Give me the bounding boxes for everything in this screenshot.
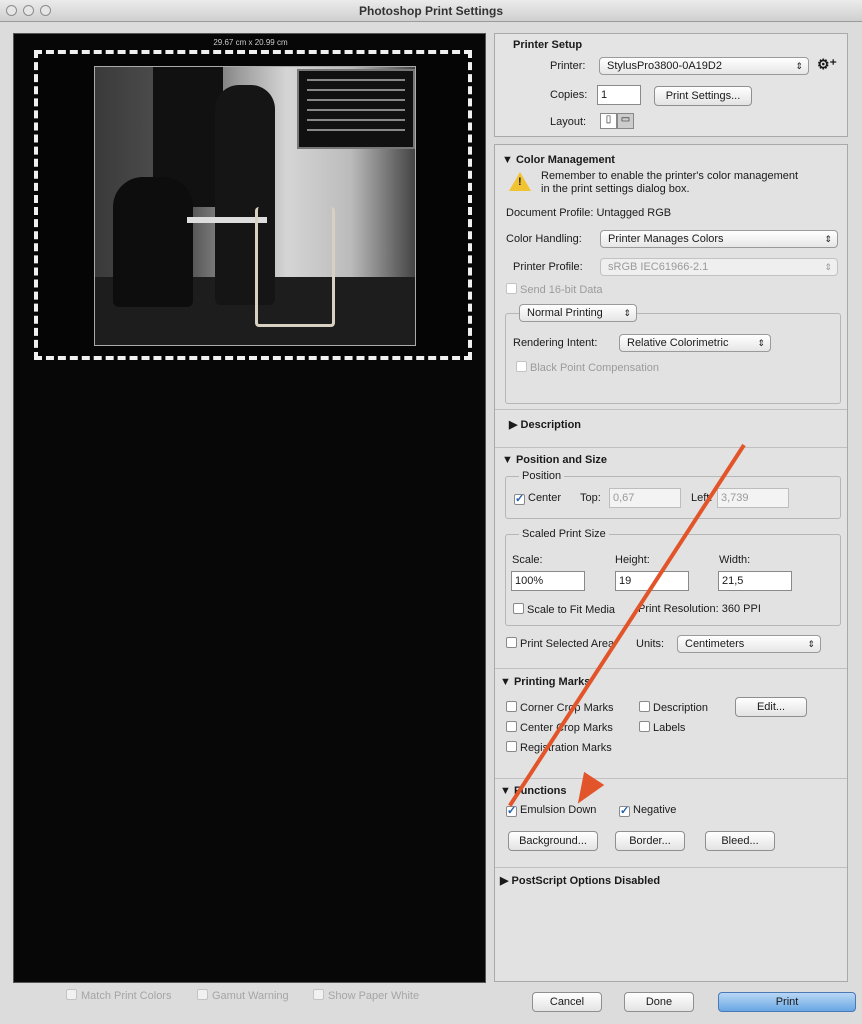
width-field[interactable]: 21,5 (718, 571, 792, 591)
postscript-header[interactable]: ▶ PostScript Options Disabled (500, 874, 660, 887)
width-label: Width: (719, 554, 751, 566)
chalkboard (297, 69, 415, 149)
rendering-group (505, 313, 841, 404)
normal-printing-popup[interactable]: Normal Printing ⇕ (519, 304, 637, 322)
black-point-checkbox[interactable]: Black Point Compensation (516, 361, 659, 375)
popup-arrows-icon: ⇕ (795, 61, 803, 71)
portrait-layout-icon[interactable]: ▯ (600, 113, 617, 129)
color-handling-popup[interactable]: Printer Manages Colors ⇕ (600, 230, 838, 248)
window-title: Photoshop Print Settings (359, 4, 503, 18)
printing-marks-header[interactable]: ▼ Printing Marks (500, 676, 590, 688)
popup-arrows-icon: ⇕ (824, 234, 832, 244)
match-print-colors-checkbox[interactable]: Match Print Colors (66, 989, 171, 1002)
rendering-intent-label: Rendering Intent: (513, 337, 598, 349)
scale-field[interactable]: 100% (511, 571, 585, 591)
printer-setup-group: Printer Setup Printer: StylusPro3800-0A1… (494, 33, 848, 137)
printer-label: Printer: (550, 60, 586, 72)
scale-label: Scale: (512, 554, 543, 566)
done-button[interactable]: Done (624, 992, 694, 1012)
copies-field[interactable]: 1 (597, 85, 641, 105)
scale-to-fit-checkbox[interactable]: Scale to Fit Media (513, 603, 615, 617)
layout-label: Layout: (550, 116, 587, 128)
print-preview[interactable]: 29.67 cm x 20.99 cm (13, 33, 486, 983)
paper-size-label: 29.67 cm x 20.99 cm (213, 38, 288, 47)
border-button[interactable]: Border... (615, 831, 685, 851)
print-selected-area-checkbox[interactable]: Print Selected Area (506, 637, 614, 651)
settings-scroll-area[interactable]: ▼ Color Management ! Remember to enable … (494, 144, 848, 982)
send-16bit-checkbox[interactable]: Send 16-bit Data (506, 283, 603, 297)
printer-setup-title: Printer Setup (513, 39, 583, 51)
gamut-warning-checkbox[interactable]: Gamut Warning (197, 989, 289, 1002)
edit-button[interactable]: Edit... (735, 697, 807, 717)
background-button[interactable]: Background... (508, 831, 598, 851)
show-paper-white-checkbox[interactable]: Show Paper White (313, 989, 419, 1002)
popup-arrows-icon: ⇕ (623, 308, 631, 318)
print-button[interactable]: Print (718, 992, 856, 1012)
minimize-window-button[interactable] (23, 5, 34, 16)
close-window-button[interactable] (6, 5, 17, 16)
window-controls (6, 5, 51, 16)
negative-checkbox[interactable]: ✓ Negative (619, 804, 676, 817)
landscape-layout-icon[interactable]: ▭ (617, 113, 634, 129)
preview-image[interactable] (94, 66, 416, 346)
cancel-button[interactable]: Cancel (532, 992, 602, 1012)
functions-header[interactable]: ▼ Functions (500, 785, 567, 797)
color-warning-text: Remember to enable the printer's color m… (541, 170, 799, 195)
printer-popup[interactable]: StylusPro3800-0A19D2 ⇕ (599, 57, 809, 75)
document-profile: Document Profile: Untagged RGB (506, 207, 672, 219)
units-label: Units: (636, 638, 665, 650)
popup-arrows-icon: ⇕ (807, 639, 815, 649)
bleed-button[interactable]: Bleed... (705, 831, 775, 851)
description-checkbox[interactable]: Description (639, 701, 708, 715)
height-label: Height: (615, 554, 650, 566)
corner-crop-marks-checkbox[interactable]: Corner Crop Marks (506, 701, 614, 715)
position-legend: Position (519, 470, 565, 482)
title-bar: Photoshop Print Settings (0, 0, 862, 22)
copies-label: Copies: (550, 89, 588, 101)
popup-arrows-icon: ⇕ (824, 262, 832, 272)
units-popup[interactable]: Centimeters ⇕ (677, 635, 821, 653)
print-settings-button[interactable]: Print Settings... (654, 86, 752, 106)
printer-add-icon[interactable]: ⚙⁺ (817, 56, 837, 73)
left-field[interactable]: 3,739 (717, 488, 789, 508)
top-field[interactable]: 0,67 (609, 488, 681, 508)
color-handling-label: Color Handling: (506, 233, 582, 245)
paper-outline (34, 50, 472, 360)
print-resolution: Print Resolution: 360 PPI (638, 603, 761, 615)
popup-arrows-icon: ⇕ (757, 338, 765, 348)
printer-profile-popup[interactable]: sRGB IEC61966-2.1 ⇕ (600, 258, 838, 276)
zoom-window-button[interactable] (40, 5, 51, 16)
labels-checkbox[interactable]: Labels (639, 721, 685, 735)
center-checkbox[interactable]: ✓ Center (514, 492, 561, 505)
color-management-header[interactable]: ▼ Color Management (502, 154, 615, 166)
rendering-intent-popup[interactable]: Relative Colorimetric ⇕ (619, 334, 771, 352)
printer-profile-label: Printer Profile: (513, 261, 583, 273)
top-label: Top: (580, 492, 601, 504)
description-header[interactable]: ▶ Description (509, 418, 581, 431)
scaled-size-legend: Scaled Print Size (519, 528, 609, 540)
position-size-header[interactable]: ▼ Position and Size (502, 454, 607, 466)
registration-marks-checkbox[interactable]: Registration Marks (506, 741, 612, 755)
